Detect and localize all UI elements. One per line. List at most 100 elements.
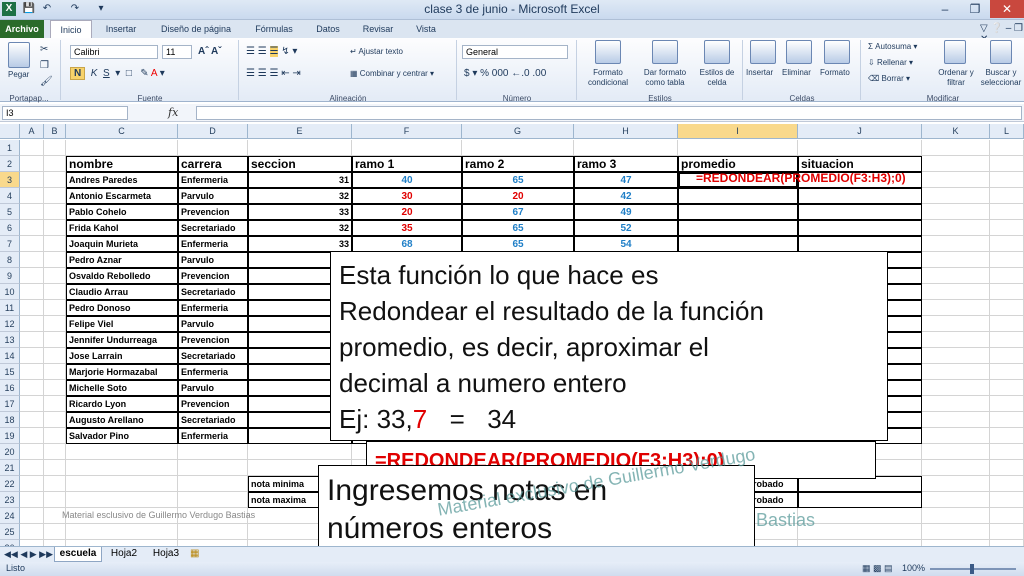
align-horizontal-icons[interactable]: ☰ ☰ ☰ ⇤ ⇥ — [246, 68, 301, 79]
conditional-format-icon[interactable] — [595, 40, 621, 64]
cell[interactable] — [990, 140, 1024, 156]
cell[interactable] — [990, 508, 1024, 524]
cell[interactable] — [248, 140, 352, 156]
student-career[interactable]: Secretariado — [178, 412, 248, 428]
cell[interactable] — [44, 460, 66, 476]
formula-input[interactable] — [196, 106, 1022, 120]
cell[interactable] — [178, 460, 248, 476]
delete-cells-label[interactable]: Eliminar — [782, 68, 811, 77]
row-header-23[interactable]: 23 — [0, 492, 20, 508]
cell[interactable] — [990, 284, 1024, 300]
cell[interactable] — [922, 140, 990, 156]
cell[interactable] — [990, 380, 1024, 396]
reprobado-label[interactable]: robado — [750, 492, 798, 508]
cell[interactable] — [20, 396, 44, 412]
format-table-label[interactable]: Dar formato como tabla — [638, 68, 692, 88]
column-header-i[interactable]: I — [678, 124, 798, 139]
insert-cells-label[interactable]: Insertar — [746, 68, 773, 77]
column-header-c[interactable]: C — [66, 124, 178, 139]
student-name[interactable]: Jose Larrain — [66, 348, 178, 364]
row-header-16[interactable]: 16 — [0, 380, 20, 396]
grade-cell[interactable]: 47 — [574, 172, 678, 188]
row-header-9[interactable]: 9 — [0, 268, 20, 284]
cell[interactable] — [20, 188, 44, 204]
student-career[interactable]: Parvulo — [178, 316, 248, 332]
cell[interactable] — [44, 172, 66, 188]
cell[interactable] — [922, 316, 990, 332]
row-header-20[interactable]: 20 — [0, 444, 20, 460]
row-header-15[interactable]: 15 — [0, 364, 20, 380]
cell[interactable] — [66, 476, 178, 492]
cell[interactable] — [44, 412, 66, 428]
cell[interactable] — [248, 444, 352, 460]
row-header-21[interactable]: 21 — [0, 460, 20, 476]
font-format-icons[interactable]: N K S ▾ □ ✎ A ▾ — [70, 67, 165, 80]
cell[interactable] — [922, 428, 990, 444]
fx-icon[interactable]: fx — [168, 106, 178, 119]
maximize-button[interactable]: ❐ — [960, 0, 990, 18]
student-career[interactable]: Secretariado — [178, 284, 248, 300]
student-name[interactable]: Jennifer Undurreaga — [66, 332, 178, 348]
paste-label[interactable]: Pegar — [8, 70, 29, 79]
cell[interactable] — [990, 364, 1024, 380]
find-select-icon[interactable] — [990, 40, 1012, 64]
cell[interactable] — [990, 476, 1024, 492]
cell[interactable] — [44, 156, 66, 172]
promedio-cell[interactable] — [678, 220, 798, 236]
student-career[interactable]: Secretariado — [178, 220, 248, 236]
cell[interactable] — [20, 300, 44, 316]
cell[interactable] — [44, 268, 66, 284]
cell[interactable] — [20, 220, 44, 236]
grade-cell[interactable]: 54 — [574, 236, 678, 252]
cell[interactable] — [44, 316, 66, 332]
cell[interactable] — [922, 460, 990, 476]
cell[interactable] — [178, 524, 248, 540]
student-name[interactable]: Augusto Arellano — [66, 412, 178, 428]
row-header-10[interactable]: 10 — [0, 284, 20, 300]
cell[interactable] — [990, 220, 1024, 236]
cell[interactable] — [20, 332, 44, 348]
cell[interactable] — [20, 348, 44, 364]
paste-icon[interactable] — [8, 42, 30, 68]
column-header-f[interactable]: F — [352, 124, 462, 139]
student-name[interactable]: Felipe Viel — [66, 316, 178, 332]
cell[interactable] — [990, 396, 1024, 412]
cell[interactable] — [44, 236, 66, 252]
cell[interactable] — [44, 444, 66, 460]
cell-styles-label[interactable]: Estilos de celda — [694, 68, 740, 88]
cell[interactable] — [44, 364, 66, 380]
cut-copy-icons[interactable]: ✂ ❐ 🖌 — [40, 42, 53, 90]
student-name[interactable]: Joaquin Murieta — [66, 236, 178, 252]
cell[interactable] — [44, 252, 66, 268]
cell[interactable] — [678, 140, 798, 156]
format-table-icon[interactable] — [652, 40, 678, 64]
cell[interactable] — [990, 172, 1024, 188]
cell[interactable] — [20, 524, 44, 540]
student-name[interactable]: Marjorie Hormazabal — [66, 364, 178, 380]
font-grow-icon[interactable]: Aˆ Aˇ — [198, 46, 222, 57]
student-career[interactable]: Enfermeria — [178, 364, 248, 380]
student-career[interactable]: Prevencion — [178, 268, 248, 284]
cell[interactable] — [922, 524, 990, 540]
situacion-cell[interactable] — [798, 204, 922, 220]
row-header-17[interactable]: 17 — [0, 396, 20, 412]
cell[interactable] — [20, 460, 44, 476]
cell[interactable] — [798, 140, 922, 156]
grade-cell[interactable]: 65 — [462, 220, 574, 236]
student-career[interactable]: Enfermeria — [178, 236, 248, 252]
student-name[interactable]: Pedro Aznar — [66, 252, 178, 268]
student-name[interactable]: Salvador Pino — [66, 428, 178, 444]
cell[interactable] — [922, 492, 990, 508]
cell[interactable] — [922, 300, 990, 316]
student-section[interactable]: 31 — [248, 172, 352, 188]
sort-filter-label[interactable]: Ordenar y filtrar — [934, 68, 978, 88]
situacion-cell[interactable] — [798, 188, 922, 204]
cell[interactable] — [20, 412, 44, 428]
student-name[interactable]: Claudio Arrau — [66, 284, 178, 300]
cell[interactable] — [990, 316, 1024, 332]
student-name[interactable]: Osvaldo Rebolledo — [66, 268, 178, 284]
cell[interactable] — [44, 492, 66, 508]
cell[interactable] — [922, 508, 990, 524]
cell[interactable] — [178, 444, 248, 460]
cell[interactable] — [20, 284, 44, 300]
